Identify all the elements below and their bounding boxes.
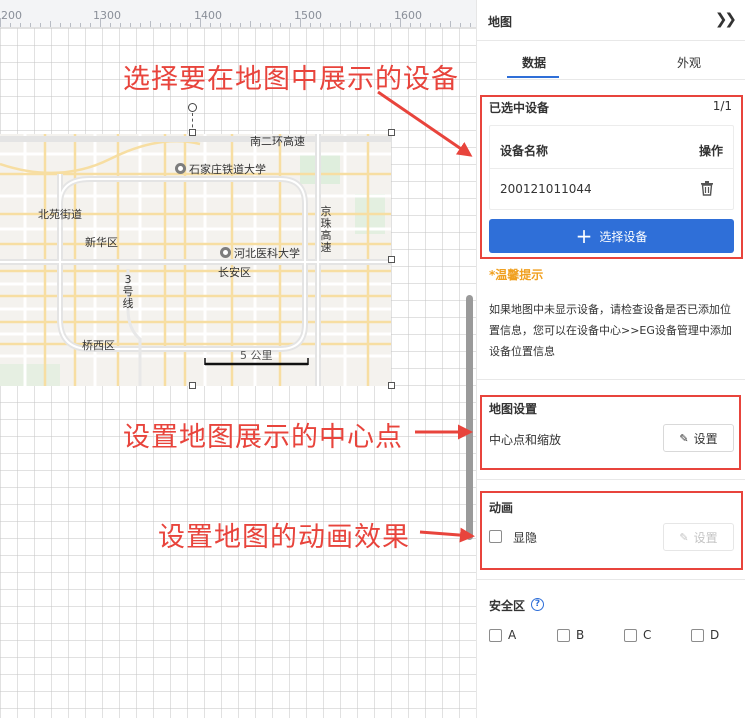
safe-zone-c-checkbox[interactable]	[624, 629, 637, 642]
panel-title: 地图	[488, 15, 513, 29]
tip-text: 如果地图中未显示设备，请检查设备是否已添加位置信息，您可以在设备中心>>EG设备…	[489, 303, 732, 358]
divider	[477, 40, 745, 41]
safe-zone-d-label: D	[710, 628, 720, 642]
highlight-map-settings	[480, 395, 741, 470]
safe-zone-d-checkbox[interactable]	[691, 629, 704, 642]
tab-data[interactable]: 数据	[522, 54, 546, 71]
safe-zone-b-checkbox[interactable]	[557, 629, 570, 642]
safe-zone-a-label: A	[508, 628, 517, 642]
tab-appearance[interactable]: 外观	[677, 54, 701, 71]
safe-zone-b-label: B	[576, 628, 585, 642]
divider	[477, 479, 745, 480]
tip-title: *温馨提示	[489, 268, 544, 282]
safe-zone-c-label: C	[643, 628, 652, 642]
annotation-center-point: 设置地图展示的中心点	[123, 422, 403, 453]
divider	[477, 379, 745, 380]
highlight-selected-devices	[480, 95, 743, 259]
divider	[477, 79, 745, 80]
annotation-animation: 设置地图的动画效果	[158, 522, 410, 553]
collapse-panel-icon[interactable]: ❯❯	[715, 10, 737, 28]
safe-zone-title: 安全区	[489, 599, 526, 613]
annotation-select-device: 选择要在地图中展示的设备	[123, 64, 459, 95]
help-icon[interactable]: ?	[531, 598, 544, 611]
highlight-animation	[480, 491, 743, 570]
active-tab-indicator	[507, 76, 559, 78]
divider	[477, 579, 745, 580]
safe-zone-a-checkbox[interactable]	[489, 629, 502, 642]
